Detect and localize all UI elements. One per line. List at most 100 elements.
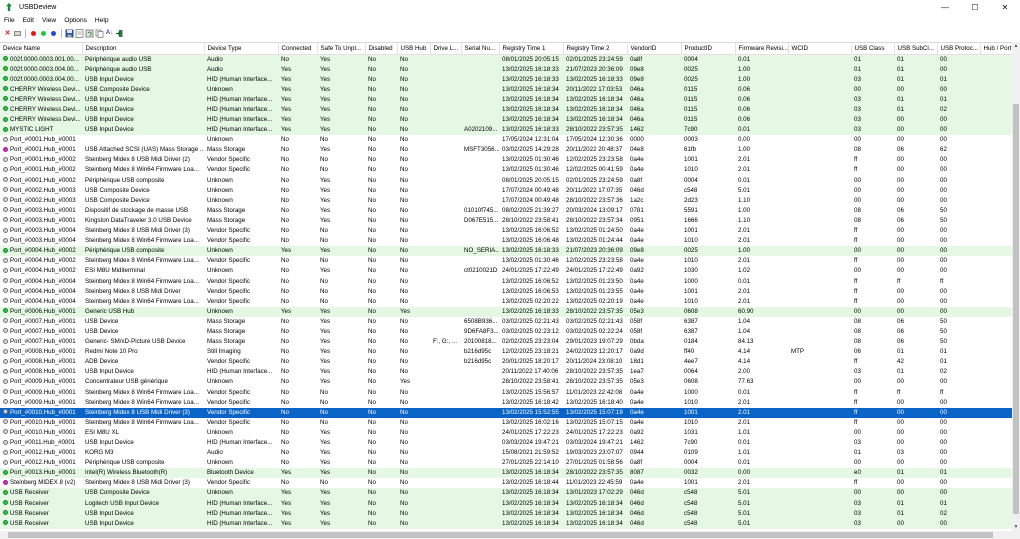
column-header[interactable]: USB Hub xyxy=(397,43,431,55)
table-row[interactable]: CHERRY Wireless Devi... USB Input Device H… xyxy=(0,104,1012,115)
table-row[interactable]: Port_#0008.Hub_#0001 ADB Device Vendor Spe… xyxy=(0,357,1012,367)
blue-dot-icon[interactable] xyxy=(49,29,58,38)
status-indicator-icon xyxy=(3,96,8,102)
table-row[interactable]: Port_#0003.Hub_#0004 Steinberg Midex 8 US… xyxy=(0,226,1012,236)
column-header[interactable]: USB Class xyxy=(851,43,895,55)
table-row[interactable]: 002f.0000.0003.001.00... Périphérique aud… xyxy=(0,54,1012,65)
column-header[interactable]: Disabled xyxy=(365,43,398,55)
table-row[interactable]: Port_#0007.Hub_#0001 USB Device Mass Stora… xyxy=(0,327,1012,337)
table-row[interactable]: MYSTIC LIGHT USB Input Device HID (Human I… xyxy=(0,125,1012,136)
green-dot-icon[interactable] xyxy=(39,29,48,38)
table-row[interactable]: Port_#0007.Hub_#0001 USB Device Mass Stora… xyxy=(0,317,1012,327)
column-header[interactable]: Device Name xyxy=(0,43,83,55)
table-row[interactable]: Port_#0010.Hub_#0001 Steinberg Midex 8 Wi… xyxy=(0,418,1012,428)
table-row[interactable]: Port_#0011.Hub_#0001 USB Input Device HID … xyxy=(0,438,1012,448)
horizontal-scrollbar[interactable] xyxy=(0,531,1012,539)
vertical-scroll-thumb[interactable] xyxy=(1013,104,1019,514)
table-row[interactable]: Port_#0008.Hub_#0001 USB Input Device HID … xyxy=(0,367,1012,377)
menu-file[interactable]: File xyxy=(0,17,19,24)
table-row[interactable]: Port_#0004.Hub_#0004 Steinberg Midex 8 US… xyxy=(0,287,1012,297)
table-row[interactable]: Port_#0010.Hub_#0001 ESI M8U XL Unknown No Y… xyxy=(0,428,1012,438)
properties-icon[interactable] xyxy=(75,28,84,38)
column-header[interactable]: USB Protoc... xyxy=(937,43,981,55)
column-header[interactable]: USB SubCl... xyxy=(894,43,938,55)
column-header[interactable]: ProductID xyxy=(681,43,736,55)
menu-edit[interactable]: Edit xyxy=(19,17,38,24)
table-row[interactable]: Port_#0003.Hub_#0004 Steinberg Midex 8 Wi… xyxy=(0,236,1012,246)
table-cell: Yes xyxy=(317,246,365,257)
table-row[interactable]: Port_#0001.Hub_#0002 Périphérique USB com… xyxy=(0,176,1012,186)
red-dot-icon[interactable] xyxy=(29,29,38,38)
column-header[interactable]: Connected xyxy=(278,43,318,55)
column-header[interactable]: VendorID xyxy=(627,43,682,55)
table-row[interactable]: Steinberg MIDEX 8 (v2) Steinberg Midex 8 … xyxy=(0,478,1012,488)
table-row[interactable]: Port_#0004.Hub_#0002 ESI M8U Miditerminal… xyxy=(0,266,1012,276)
exit-icon[interactable] xyxy=(115,29,124,38)
table-row[interactable]: USB Receiver USB Input Device HID (Human I… xyxy=(0,518,1012,529)
table-row[interactable]: Port_#0004.Hub_#0004 Steinberg Midex 8 Wi… xyxy=(0,297,1012,307)
sort-icon[interactable]: A↓ xyxy=(105,29,114,38)
vertical-scrollbar[interactable]: ▲ ▼ xyxy=(1012,42,1020,531)
table-row[interactable]: Port_#0001.Hub_#0002 Steinberg Midex 8 US… xyxy=(0,155,1012,165)
menu-options[interactable]: Options xyxy=(60,17,91,24)
table-row[interactable]: Port_#0008.Hub_#0001 Redmi Note 10 Pro Sti… xyxy=(0,347,1012,357)
table-row[interactable]: Port_#0001.Hub_#0002 Steinberg Midex 8 Wi… xyxy=(0,165,1012,175)
column-header[interactable]: Serial Nu... xyxy=(461,43,500,55)
horizontal-scroll-thumb[interactable] xyxy=(8,532,993,538)
table-row[interactable]: Port_#0004.Hub_#0004 Steinberg Midex 8 Wi… xyxy=(0,276,1012,286)
save-icon[interactable] xyxy=(65,29,74,38)
table-row[interactable]: USB Receiver USB Composite Device Unknown Y… xyxy=(0,488,1012,499)
status-indicator-icon xyxy=(3,459,8,465)
maximize-button[interactable]: ☐ xyxy=(960,0,990,14)
device-list[interactable]: Device Name Description Device Type Connect… xyxy=(0,42,1012,531)
table-row[interactable]: Port_#0007.Hub_#0001 Generic- SM/xD-Pictu… xyxy=(0,337,1012,347)
menu-view[interactable]: View xyxy=(38,17,60,24)
table-row[interactable]: Port_#0001.Hub_#0001 Unknown No No No No 17/05… xyxy=(0,135,1012,145)
table-row[interactable]: CHERRY Wireless Devi... USB Input Device H… xyxy=(0,94,1012,105)
table-row[interactable]: CHERRY Wireless Devi... USB Input Device H… xyxy=(0,114,1012,126)
copy-icon[interactable] xyxy=(95,29,104,38)
table-row[interactable]: Port_#0001.Hub_#0001 USB Attached SCSI (U… xyxy=(0,145,1012,155)
table-row[interactable]: Port_#0003.Hub_#0001 Kingston DataTravele… xyxy=(0,216,1012,226)
table-row[interactable]: Port_#0013.Hub_#0001 Intel(R) Wireless Bl… xyxy=(0,468,1012,479)
scroll-down-icon[interactable]: ▼ xyxy=(1012,523,1020,531)
column-header[interactable]: Description xyxy=(82,43,205,55)
refresh-icon[interactable] xyxy=(85,29,94,38)
table-row[interactable]: 002f.0000.0003.004.00... USB Input Device… xyxy=(0,74,1012,85)
table-cell: c548 xyxy=(681,518,735,529)
close-button[interactable]: ✕ xyxy=(990,0,1020,14)
table-row[interactable]: Port_#0009.Hub_#0001 Steinberg Midex 8 Wi… xyxy=(0,398,1012,408)
column-header[interactable]: Device Type xyxy=(204,43,279,55)
table-row[interactable]: Port_#0004.Hub_#0002 Périphérique USB com… xyxy=(0,246,1012,257)
column-header[interactable]: WCID xyxy=(788,43,852,55)
table-row[interactable]: Port_#0012.Hub_#0001 KORG M3 Audio No Yes No N… xyxy=(0,448,1012,458)
table-row[interactable]: USB Receiver USB Input Device HID (Human I… xyxy=(0,508,1012,519)
table-row[interactable]: Port_#0009.Hub_#0001 Steinberg Midex 8 Wi… xyxy=(0,388,1012,398)
table-row[interactable]: Port_#0010.Hub_#0001 Steinberg Midex 8 US… xyxy=(0,407,1012,418)
table-row[interactable]: Port_#0002.Hub_#0003 USB Composite Device… xyxy=(0,186,1012,196)
table-row[interactable]: Port_#0012.Hub_#0001 Périphérique USB com… xyxy=(0,458,1012,468)
table-row[interactable]: CHERRY Wireless Devi... USB Composite Dev… xyxy=(0,84,1012,95)
column-header[interactable]: Safe To Unpl... xyxy=(317,43,366,55)
table-cell: No xyxy=(400,156,408,164)
column-header[interactable]: Drive L... xyxy=(430,43,462,55)
table-cell: 24/01/2025 17:22:23 xyxy=(566,428,623,436)
column-header[interactable]: Registry Time 2 xyxy=(563,43,628,55)
menu-help[interactable]: Help xyxy=(91,17,113,24)
column-header[interactable]: Registry Time 1 xyxy=(499,43,564,55)
scroll-up-icon[interactable]: ▲ xyxy=(1012,42,1020,50)
minimize-button[interactable]: — xyxy=(930,0,960,14)
table-row[interactable]: USB Receiver Logitech USB Input Device HID… xyxy=(0,498,1012,509)
table-cell: HID (Human Interface... xyxy=(207,439,273,447)
table-row[interactable]: Port_#0004.Hub_#0002 Steinberg Midex 8 Wi… xyxy=(0,256,1012,266)
disconnect-icon[interactable] xyxy=(13,29,22,38)
column-header[interactable]: Hub / Port xyxy=(980,43,1012,55)
column-header[interactable]: Firmware Revisi... xyxy=(735,43,789,55)
table-row[interactable]: Port_#0003.Hub_#0001 Dispositif de stocka… xyxy=(0,206,1012,216)
table-row[interactable]: Port_#0009.Hub_#0001 Concentrateur USB gé… xyxy=(0,377,1012,387)
table-row[interactable]: Port_#0002.Hub_#0003 USB Composite Device… xyxy=(0,196,1012,206)
table-cell: ff xyxy=(854,156,858,164)
table-row[interactable]: 002f.0000.0003.004.00... Périphérique aud… xyxy=(0,64,1012,75)
table-row[interactable]: Port_#0006.Hub_#0001 Generic USB Hub Unkno… xyxy=(0,306,1012,317)
delete-icon[interactable]: ✕ xyxy=(3,29,12,38)
